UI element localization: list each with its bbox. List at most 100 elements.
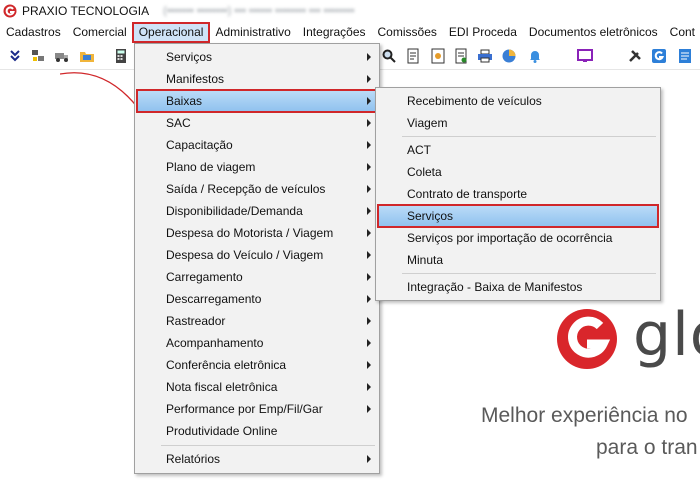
menu-item-disponibilidade[interactable]: Disponibilidade/Demanda [137, 200, 377, 222]
menu-item-label: Carregamento [166, 270, 243, 284]
menu-item-acompanhamento[interactable]: Acompanhamento [137, 332, 377, 354]
menu-item-nota-fiscal-eletronica[interactable]: Nota fiscal eletrônica [137, 376, 377, 398]
menu-item-label: Serviços [166, 50, 213, 64]
menu-edi-proceda[interactable]: EDI Proceda [443, 23, 523, 42]
submenu-arrow-icon [367, 97, 371, 105]
menu-item-despesa-veiculo[interactable]: Despesa do Veículo / Viagem [137, 244, 377, 266]
monitor-icon[interactable] [576, 47, 594, 65]
menu-item-label: Performance por Emp/Fil/Gar [166, 402, 323, 416]
menu-cont[interactable]: Cont [664, 23, 700, 42]
menu-documentos-eletronicos[interactable]: Documentos eletrônicos [523, 23, 664, 42]
printer-icon[interactable] [476, 47, 494, 65]
menu-item-label: Integração - Baixa de Manifestos [407, 280, 583, 294]
menu-item-label: Baixas [166, 94, 203, 108]
submenu-arrow-icon [367, 383, 371, 391]
menu-item-manifestos[interactable]: Manifestos [137, 68, 377, 90]
submenu-arrow-icon [367, 405, 371, 413]
menu-item-label: Viagem [407, 116, 448, 130]
menu-item-relatorios[interactable]: Relatórios [137, 448, 377, 470]
menu-item-saida-recepcao[interactable]: Saída / Recepção de veículos [137, 178, 377, 200]
menu-administrativo[interactable]: Administrativo [209, 23, 296, 42]
menu-item-label: Disponibilidade/Demanda [166, 204, 303, 218]
menu-item-label: Contrato de transporte [407, 187, 528, 201]
report-icon[interactable] [404, 47, 422, 65]
operacional-menu: Serviços Manifestos Baixas SAC Capacitaç… [134, 43, 380, 474]
submenu-item-recebimento-veiculos[interactable]: Recebimento de veículos [378, 90, 658, 112]
menu-item-label: Acompanhamento [166, 336, 264, 350]
menu-item-label: Conferência eletrônica [166, 358, 287, 372]
menu-item-descarregamento[interactable]: Descarregamento [137, 288, 377, 310]
calculator-icon[interactable] [112, 47, 130, 65]
submenu-arrow-icon [367, 141, 371, 149]
submenu-arrow-icon [367, 317, 371, 325]
tools-icon[interactable] [626, 47, 644, 65]
menu-item-label: Serviços [407, 209, 454, 223]
tagline-line-1: Melhor experiência no [481, 404, 688, 427]
menu-item-servicos[interactable]: Serviços [137, 46, 377, 68]
folder-icon[interactable] [78, 47, 96, 65]
submenu-arrow-icon [367, 75, 371, 83]
menu-item-label: Rastreador [166, 314, 226, 328]
submenu-item-viagem[interactable]: Viagem [378, 112, 658, 134]
menu-item-label: Capacitação [166, 138, 233, 152]
window-title-details: (••••••• ••••••••) ••• •••••• •••••••• •… [163, 5, 355, 17]
submenu-arrow-icon [367, 273, 371, 281]
submenu-item-servicos-importacao[interactable]: Serviços por importação de ocorrência [378, 227, 658, 249]
app-logo-icon [3, 4, 17, 18]
menu-item-plano-de-viagem[interactable]: Plano de viagem [137, 156, 377, 178]
submenu-item-minuta[interactable]: Minuta [378, 249, 658, 271]
menu-item-label: Minuta [407, 253, 444, 267]
menu-item-label: Nota fiscal eletrônica [166, 380, 278, 394]
submenu-item-contrato-transporte[interactable]: Contrato de transporte [378, 183, 658, 205]
menu-item-label: Recebimento de veículos [407, 94, 542, 108]
menu-operacional[interactable]: Operacional [131, 22, 211, 43]
pie-chart-icon[interactable] [500, 47, 518, 65]
menu-item-label: Descarregamento [166, 292, 262, 306]
menu-separator [161, 445, 375, 446]
menu-item-label: ACT [407, 143, 431, 157]
menu-item-performance[interactable]: Performance por Emp/Fil/Gar [137, 398, 377, 420]
submenu-arrow-icon [367, 163, 371, 171]
menu-item-label: Plano de viagem [166, 160, 256, 174]
menu-item-sac[interactable]: SAC [137, 112, 377, 134]
menu-item-conferencia-eletronica[interactable]: Conferência eletrônica [137, 354, 377, 376]
bell-icon[interactable] [526, 47, 544, 65]
menu-separator [402, 273, 656, 274]
network-icon[interactable] [29, 47, 47, 65]
brand-wordmark: glo [633, 300, 700, 370]
menu-item-label: Saída / Recepção de veículos [166, 182, 326, 196]
baixas-submenu: Recebimento de veículos Viagem ACT Colet… [375, 87, 661, 301]
submenu-item-coleta[interactable]: Coleta [378, 161, 658, 183]
search-icon[interactable] [380, 47, 398, 65]
window-title: PRAXIO TECNOLOGIA [22, 4, 150, 18]
menu-item-capacitacao[interactable]: Capacitação [137, 134, 377, 156]
submenu-item-act[interactable]: ACT [378, 139, 658, 161]
menu-item-despesa-motorista[interactable]: Despesa do Motorista / Viagem [137, 222, 377, 244]
chart-icon[interactable] [429, 47, 447, 65]
menu-bar: Cadastros Comercial Operacional Administ… [0, 22, 700, 43]
menu-item-carregamento[interactable]: Carregamento [137, 266, 377, 288]
submenu-arrow-icon [367, 295, 371, 303]
menu-integracoes[interactable]: Integrações [297, 23, 372, 42]
document-icon[interactable] [676, 47, 694, 65]
menu-comissoes[interactable]: Comissões [372, 23, 443, 42]
submenu-item-servicos[interactable]: Serviços [377, 204, 659, 228]
menu-cadastros[interactable]: Cadastros [0, 23, 67, 42]
menu-comercial[interactable]: Comercial [67, 23, 133, 42]
submenu-arrow-icon [367, 251, 371, 259]
tagline-line-2: para o tran [596, 436, 698, 459]
document-icon[interactable] [452, 47, 470, 65]
menu-item-rastreador[interactable]: Rastreador [137, 310, 377, 332]
menu-item-label: Despesa do Veículo / Viagem [166, 248, 324, 262]
submenu-item-integracao-baixa-manifestos[interactable]: Integração - Baixa de Manifestos [378, 276, 658, 298]
menu-item-label: Relatórios [166, 452, 221, 466]
brand-g-icon[interactable] [650, 47, 668, 65]
truck-icon[interactable] [53, 47, 71, 65]
menu-item-label: Coleta [407, 165, 442, 179]
menu-item-baixas[interactable]: Baixas [136, 89, 378, 113]
menu-item-label: SAC [166, 116, 191, 130]
menu-item-produtividade-online[interactable]: Produtividade Online [137, 420, 377, 442]
menu-separator [402, 136, 656, 137]
submenu-arrow-icon [367, 361, 371, 369]
arrow-down-icon[interactable] [6, 47, 24, 65]
